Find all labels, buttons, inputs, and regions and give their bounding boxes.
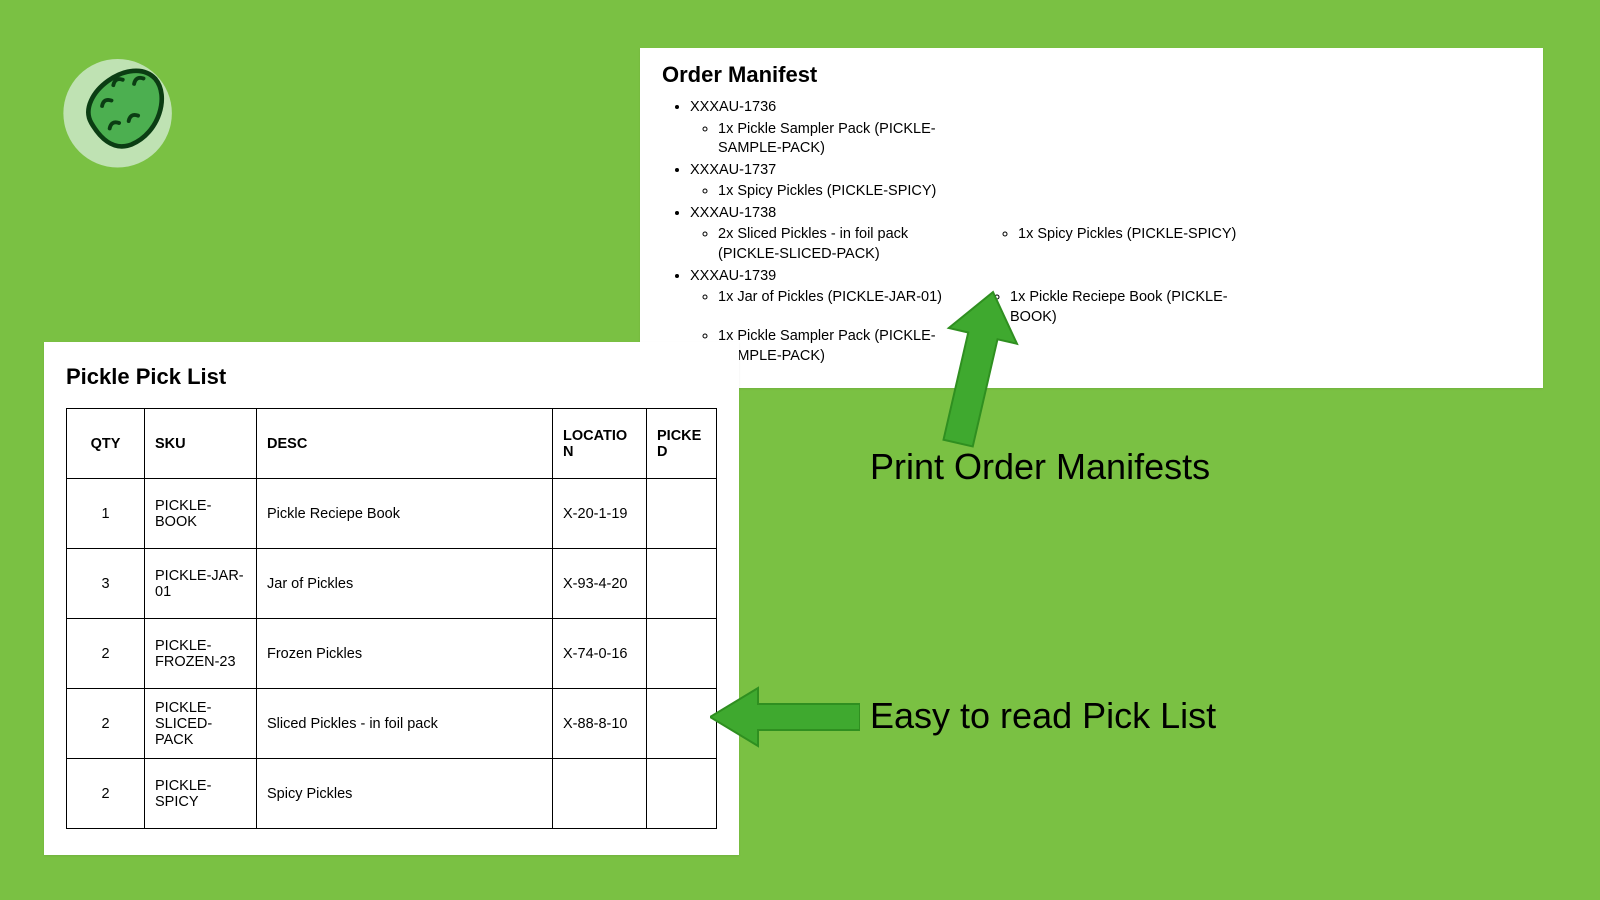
cell-location: X-88-8-10 [553, 689, 647, 759]
table-row: 2PICKLE-FROZEN-23Frozen PicklesX-74-0-16 [67, 619, 717, 689]
order-entry: XXXAU-1739 1x Jar of Pickles (PICKLE-JAR-… [690, 267, 1521, 367]
table-row: 1PICKLE-BOOKPickle Reciepe BookX-20-1-19 [67, 479, 717, 549]
order-manifest-list: XXXAU-1736 1x Pickle Sampler Pack (PICKLE… [662, 98, 1521, 366]
cell-location: X-74-0-16 [553, 619, 647, 689]
cell-desc: Pickle Reciepe Book [257, 479, 553, 549]
table-row: 2PICKLE-SLICED-PACKSliced Pickles - in f… [67, 689, 717, 759]
cell-desc: Spicy Pickles [257, 759, 553, 829]
order-id: XXXAU-1738 [690, 205, 776, 221]
cell-picked [647, 619, 717, 689]
order-item: 2x Sliced Pickles - in foil pack (PICKLE… [718, 225, 950, 264]
table-row: 3PICKLE-JAR-01Jar of PicklesX-93-4-20 [67, 549, 717, 619]
cell-picked [647, 689, 717, 759]
cell-sku: PICKLE-JAR-01 [145, 549, 257, 619]
cell-desc: Sliced Pickles - in foil pack [257, 689, 553, 759]
order-manifest-title: Order Manifest [662, 62, 1521, 88]
cell-sku: PICKLE-BOOK [145, 479, 257, 549]
order-item: 1x Spicy Pickles (PICKLE-SPICY) [718, 182, 936, 202]
callout-picklist-label: Easy to read Pick List [870, 695, 1216, 737]
cell-qty: 2 [67, 619, 145, 689]
order-id: XXXAU-1737 [690, 162, 776, 178]
order-entry: XXXAU-1737 1x Spicy Pickles (PICKLE-SPICY… [690, 161, 1521, 202]
column-header: QTY [67, 409, 145, 479]
cell-location [553, 759, 647, 829]
cell-picked [647, 549, 717, 619]
cell-desc: Frozen Pickles [257, 619, 553, 689]
pick-list-panel: Pickle Pick List QTYSKUDESCLOCATIONPICKE… [44, 342, 739, 855]
pick-list-table: QTYSKUDESCLOCATIONPICKED 1PICKLE-BOOKPic… [66, 408, 717, 829]
callout-manifest-label: Print Order Manifests [870, 446, 1210, 488]
table-header-row: QTYSKUDESCLOCATIONPICKED [67, 409, 717, 479]
cell-sku: PICKLE-FROZEN-23 [145, 619, 257, 689]
table-row: 2PICKLE-SPICYSpicy Pickles [67, 759, 717, 829]
order-entry: XXXAU-1736 1x Pickle Sampler Pack (PICKLE… [690, 98, 1521, 159]
column-header: LOCATION [553, 409, 647, 479]
cell-qty: 3 [67, 549, 145, 619]
column-header: SKU [145, 409, 257, 479]
column-header: PICKED [647, 409, 717, 479]
order-entry: XXXAU-1738 2x Sliced Pickles - in foil pa… [690, 204, 1521, 265]
cell-picked [647, 479, 717, 549]
cell-qty: 1 [67, 479, 145, 549]
cell-picked [647, 759, 717, 829]
order-item: 1x Pickle Sampler Pack (PICKLE-SAMPLE-PA… [718, 327, 950, 366]
order-manifest-panel: Order Manifest XXXAU-1736 1x Pickle Sampl… [640, 48, 1543, 388]
cell-qty: 2 [67, 689, 145, 759]
pickle-logo-icon [44, 28, 199, 183]
cell-sku: PICKLE-SPICY [145, 759, 257, 829]
order-item: 1x Spicy Pickles (PICKLE-SPICY) [1018, 225, 1236, 245]
column-header: DESC [257, 409, 553, 479]
cell-location: X-20-1-19 [553, 479, 647, 549]
cell-qty: 2 [67, 759, 145, 829]
pick-list-title: Pickle Pick List [66, 364, 717, 390]
order-item: 1x Pickle Reciepe Book (PICKLE-BOOK) [1010, 288, 1242, 327]
cell-desc: Jar of Pickles [257, 549, 553, 619]
order-item: 1x Pickle Sampler Pack (PICKLE-SAMPLE-PA… [718, 120, 950, 159]
order-id: XXXAU-1739 [690, 268, 776, 284]
cell-sku: PICKLE-SLICED-PACK [145, 689, 257, 759]
cell-location: X-93-4-20 [553, 549, 647, 619]
order-id: XXXAU-1736 [690, 99, 776, 115]
order-item: 1x Jar of Pickles (PICKLE-JAR-01) [718, 288, 942, 308]
